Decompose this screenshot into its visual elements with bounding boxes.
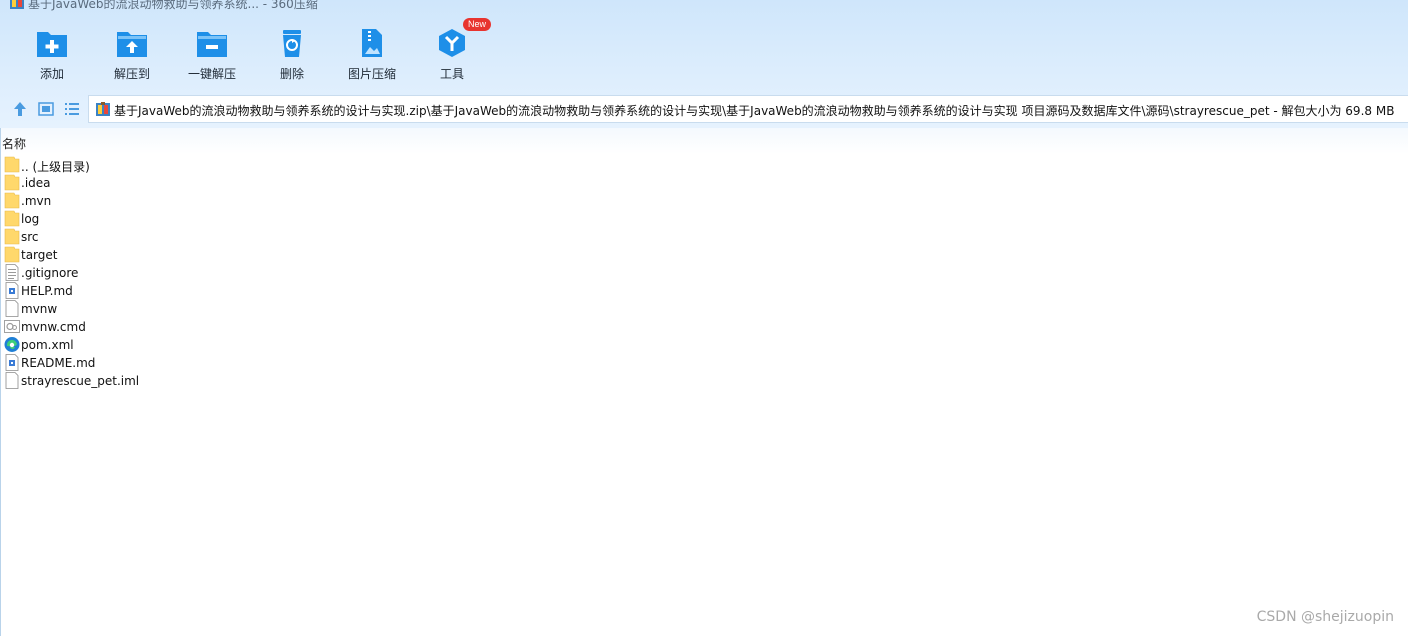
file-name: log <box>21 212 40 226</box>
tools-label: 工具 <box>439 67 464 81</box>
archive-icon <box>10 0 24 9</box>
file-name: target <box>21 248 58 262</box>
tools-button[interactable]: New 工具 <box>407 18 497 84</box>
edge-browser-icon <box>4 337 20 352</box>
list-item[interactable]: log <box>0 210 300 228</box>
image-compress-button[interactable]: 图片压缩 <box>327 18 417 84</box>
address-bar-row: 基于JavaWeb的流浪动物救助与领养系统的设计与实现.zip\基于JavaWe… <box>0 95 1408 123</box>
new-badge: New <box>463 18 492 31</box>
recycle-bin-icon <box>283 30 301 57</box>
file-name: HELP.md <box>21 284 73 298</box>
column-header: 名称 <box>0 128 1408 154</box>
file-name: src <box>21 230 39 244</box>
one-click-extract-icon <box>197 32 227 57</box>
file-name: pom.xml <box>21 338 74 352</box>
extract-to-label: 解压到 <box>113 67 150 81</box>
window-title: 基于JavaWeb的流浪动物救助与领养系统... - 360压缩 <box>28 0 318 11</box>
list-view-icon[interactable] <box>63 100 81 118</box>
file-name: .idea <box>21 176 51 190</box>
list-item[interactable]: target <box>0 246 300 264</box>
thumbnail-view-icon[interactable] <box>37 100 55 118</box>
tools-icon <box>439 29 465 57</box>
text-file-icon <box>5 264 19 281</box>
delete-button[interactable]: 删除 <box>247 18 337 84</box>
list-item[interactable]: HELP.md <box>0 282 300 300</box>
list-item[interactable]: .idea <box>0 174 300 192</box>
one-click-extract-button[interactable]: 一键解压 <box>167 18 257 84</box>
list-item[interactable]: .. (上级目录) <box>0 156 300 174</box>
file-name: .mvn <box>21 194 52 208</box>
add-button[interactable]: 添加 <box>7 18 97 84</box>
arrow-up-icon[interactable] <box>11 100 29 118</box>
title-bar: 基于JavaWeb的流浪动物救助与领养系统... - 360压缩 <box>0 0 700 14</box>
folder-icon <box>4 174 20 191</box>
column-name-header[interactable]: 名称 <box>2 135 26 152</box>
extract-to-icon <box>117 32 147 57</box>
file-name: README.md <box>21 356 96 370</box>
file-name: .. (上级目录) <box>21 160 90 174</box>
list-item[interactable]: .mvn <box>0 192 300 210</box>
path-field[interactable]: 基于JavaWeb的流浪动物救助与领养系统的设计与实现.zip\基于JavaWe… <box>88 95 1408 123</box>
markdown-file-icon <box>5 282 19 299</box>
delete-label: 删除 <box>279 67 304 81</box>
add-folder-icon <box>37 32 67 57</box>
watermark: CSDN @shejizuopin <box>1256 609 1394 625</box>
folder-icon <box>4 156 20 173</box>
list-item[interactable]: mvnw.cmd <box>0 318 300 336</box>
list-item[interactable]: README.md <box>0 354 300 372</box>
folder-icon <box>4 210 20 227</box>
file-name: .gitignore <box>21 266 79 280</box>
archive-icon <box>96 102 110 116</box>
add-label: 添加 <box>39 67 64 81</box>
file-name: mvnw.cmd <box>21 320 86 334</box>
list-item[interactable]: pom.xml <box>0 336 300 354</box>
extract-to-button[interactable]: 解压到 <box>87 18 177 84</box>
toolbar: 添加 解压到 一键解压 删除 图片压缩 New 工具 <box>0 18 600 84</box>
folder-icon <box>4 246 20 263</box>
image-compress-label: 图片压缩 <box>347 67 396 81</box>
one-click-extract-label: 一键解压 <box>187 67 236 81</box>
markdown-file-icon <box>5 354 19 371</box>
list-item[interactable]: src <box>0 228 300 246</box>
file-name: strayrescue_pet.iml <box>21 374 140 388</box>
blank-file-icon <box>5 300 19 317</box>
folder-icon <box>4 228 20 245</box>
image-compress-icon <box>362 29 382 57</box>
list-item[interactable]: strayrescue_pet.iml <box>0 372 300 390</box>
list-item[interactable]: mvnw <box>0 300 300 318</box>
file-name: mvnw <box>21 302 58 316</box>
folder-icon <box>4 192 20 209</box>
blank-file-icon <box>5 372 19 389</box>
list-item[interactable]: .gitignore <box>0 264 300 282</box>
cmd-file-icon <box>4 320 20 333</box>
path-text: 基于JavaWeb的流浪动物救助与领养系统的设计与实现.zip\基于JavaWe… <box>114 104 1395 118</box>
